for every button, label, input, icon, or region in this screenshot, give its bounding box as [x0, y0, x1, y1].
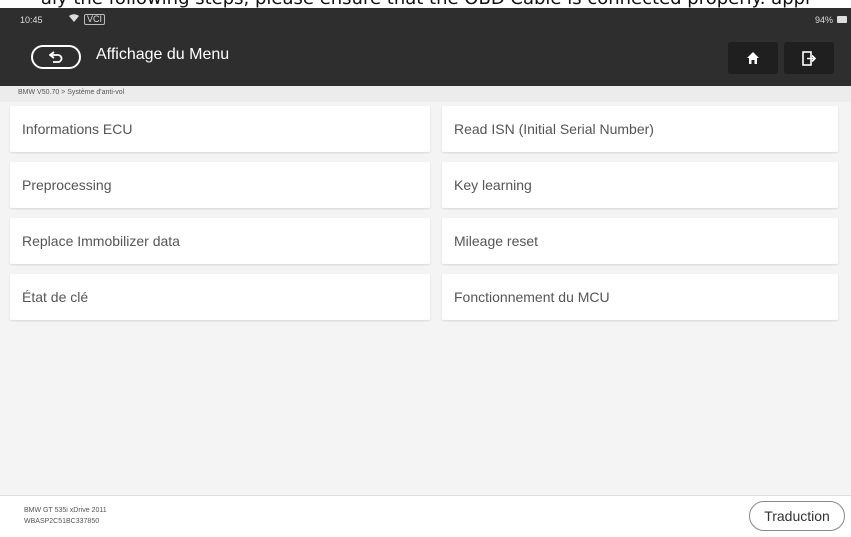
breadcrumb-bar: BMW V50.70 > Système d'anti-vol	[0, 86, 851, 102]
vci-label: VCI	[84, 14, 106, 25]
status-bar: 10:45 VCI 94%	[0, 8, 851, 34]
menu-item-preprocessing[interactable]: Preprocessing	[10, 162, 430, 208]
home-button[interactable]	[728, 42, 778, 74]
back-icon	[49, 51, 63, 63]
vehicle-info: BMW GT 535i xDrive 2011 WBASP2C51BC33785…	[24, 505, 107, 527]
breadcrumb: BMW V50.70 > Système d'anti-vol	[18, 89, 125, 96]
exit-icon	[802, 50, 816, 66]
exit-button[interactable]	[784, 42, 834, 74]
page-title: Affichage du Menu	[96, 46, 230, 63]
menu-item-mileage-reset[interactable]: Mileage reset	[442, 218, 838, 264]
menu-item-informations-ecu[interactable]: Informations ECU	[10, 106, 430, 152]
translate-button[interactable]: Traduction	[749, 501, 845, 531]
vehicle-vin: WBASP2C51BC337850	[24, 518, 100, 525]
vehicle-model: BMW GT 535i xDrive 2011	[24, 507, 107, 514]
menu-panel: Informations ECU Preprocessing Replace I…	[0, 102, 851, 495]
menu-item-fonctionnement-mcu[interactable]: Fonctionnement du MCU	[442, 274, 838, 320]
status-time: 10:45	[20, 15, 43, 25]
app-header: 10:45 VCI 94% Affichage du Menu	[0, 8, 851, 86]
menu-item-key-learning[interactable]: Key learning	[442, 162, 838, 208]
menu-item-read-isn[interactable]: Read ISN (Initial Serial Number)	[442, 106, 838, 152]
menu-item-replace-immobilizer-data[interactable]: Replace Immobilizer data	[10, 218, 430, 264]
home-icon	[747, 52, 759, 64]
battery-percent: 94%	[814, 15, 833, 25]
menu-item-etat-de-cle[interactable]: État de clé	[10, 274, 430, 320]
back-button[interactable]	[31, 45, 81, 69]
battery-icon	[837, 16, 847, 23]
footer-bar: BMW GT 535i xDrive 2011 WBASP2C51BC33785…	[0, 495, 851, 537]
top-banner: aly the following steps, please ensure t…	[0, 0, 851, 9]
wifi-icon	[68, 13, 80, 26]
